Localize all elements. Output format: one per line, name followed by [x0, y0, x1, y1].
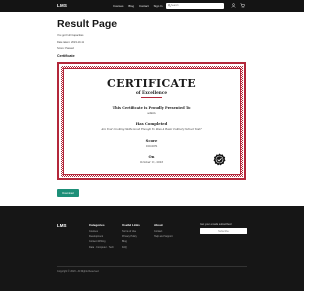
- search-input[interactable]: [171, 3, 221, 8]
- nav-item-sign-in[interactable]: Sign In: [154, 4, 163, 8]
- footer-link[interactable]: Blog: [122, 240, 140, 243]
- footer-logo[interactable]: LMS: [57, 223, 67, 228]
- score-value: 100.00%: [145, 144, 158, 148]
- certificate-section-label: Certificate: [57, 54, 75, 58]
- footer-link[interactable]: Content Writing: [89, 240, 114, 243]
- completed-heading: Has Completed: [135, 121, 168, 126]
- nav-item-courses[interactable]: Courses: [113, 4, 123, 8]
- nav-item-contact[interactable]: Contact: [139, 4, 149, 8]
- cart-icon[interactable]: [240, 3, 245, 8]
- footer-link[interactable]: Help and Support: [154, 235, 173, 238]
- certificate-title: CERTIFICATE: [107, 76, 196, 90]
- footer-column-heading: Categories: [89, 223, 105, 227]
- footer-link[interactable]: Development: [89, 235, 114, 238]
- footer-link[interactable]: FAQ: [122, 246, 140, 249]
- copyright-text: Copyright © 2023 - All Rights Reserved: [57, 270, 99, 273]
- site-footer: LMS Categories Courses Development Conte…: [0, 206, 304, 291]
- footer-useful-links: Useful Links Terms of Use Privacy Policy…: [122, 223, 140, 251]
- download-certificate-button[interactable]: Download: [57, 189, 79, 197]
- footer-column-heading: Useful Links: [122, 223, 140, 227]
- user-icon[interactable]: [231, 3, 236, 8]
- result-meta-line: Score: Passed: [57, 47, 74, 50]
- footer-link[interactable]: Privacy Policy: [122, 235, 140, 238]
- certificate-body: CERTIFICATE of Excellence This Certifica…: [62, 67, 241, 175]
- verified-badge-icon: [213, 153, 225, 165]
- quiz-name: Are Your Cooking Skills Good Enough To P…: [101, 127, 202, 131]
- search-box[interactable]: [166, 3, 224, 9]
- score-heading: Score: [145, 138, 158, 143]
- top-navigation-bar: LMS Courses Blog Contact Sign In: [0, 0, 304, 12]
- certificate-border: CERTIFICATE of Excellence This Certifica…: [59, 64, 244, 178]
- result-meta-line: You got Full Capacities: [57, 34, 84, 37]
- page-title: Result Page: [57, 18, 118, 30]
- subscribe-button[interactable]: Subscribe: [200, 228, 247, 234]
- recipient-name: admin: [147, 111, 156, 115]
- result-meta-line: Date taken: 2023-10-11: [57, 40, 85, 44]
- certificate-divider: [140, 96, 162, 99]
- footer-link[interactable]: Contact: [154, 230, 173, 233]
- footer-about: About Contact Help and Support: [154, 223, 173, 240]
- main-nav: Courses Blog Contact Sign In: [113, 4, 162, 8]
- footer-link[interactable]: Terms of Use: [122, 230, 140, 233]
- certificate-pattern-border: CERTIFICATE of Excellence This Certifica…: [61, 66, 243, 177]
- footer-link[interactable]: Data · Computer · Tech: [89, 246, 114, 249]
- certificate-subtitle: of Excellence: [135, 89, 168, 95]
- footer-categories: Categories Courses Development Content W…: [89, 223, 114, 251]
- subscribe-label: Get your emails subscribed: [200, 223, 232, 226]
- certificate-frame: CERTIFICATE of Excellence This Certifica…: [57, 62, 246, 180]
- nav-item-blog[interactable]: Blog: [128, 4, 134, 8]
- presented-to-heading: This Certificate is Proudly Presented To: [112, 105, 191, 110]
- footer-column-heading: About: [154, 223, 163, 227]
- footer-link[interactable]: Courses: [89, 230, 114, 233]
- site-logo[interactable]: LMS: [57, 3, 67, 8]
